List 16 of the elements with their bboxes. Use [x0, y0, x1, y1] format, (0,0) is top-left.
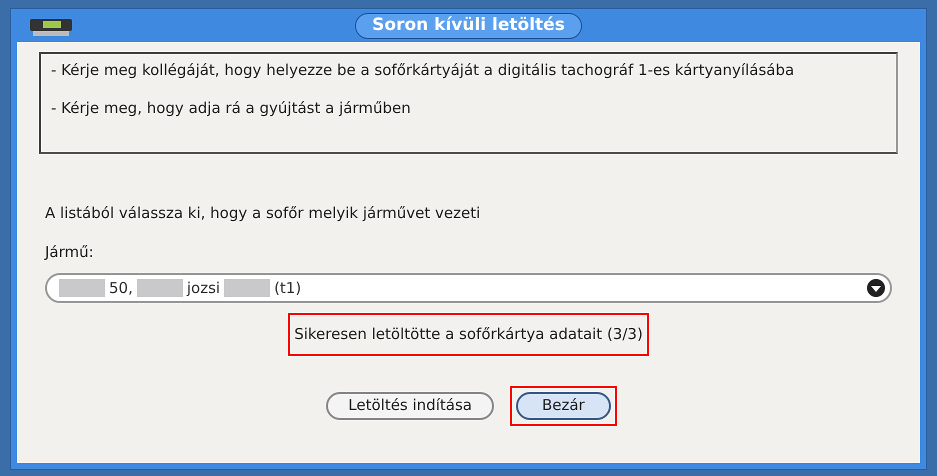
- field-value: jozsi: [186, 278, 220, 299]
- prompt-text: A listából válassza ki, hogy a sofőr melyik járművet vezeti: [44, 203, 482, 224]
- redaction-block: [224, 279, 270, 297]
- dialog-button[interactable]: Bezár: [516, 392, 611, 420]
- window-title: Soron kívüli letöltés: [355, 12, 582, 38]
- instruction-text: - Kérje meg kollégáját, hogy helyezze be a sofőrkártyáját a digitális tachográf 1-es kártyanyílásába: [51, 60, 796, 80]
- tachograph-icon: [29, 17, 75, 39]
- field-value: 50,: [109, 278, 133, 299]
- field-value: (t1): [274, 278, 302, 299]
- vehicle-dropdown[interactable]: 50, jozsi (t1): [45, 273, 892, 303]
- redaction-block: [136, 279, 183, 297]
- status-message: Sikeresen letöltötte a sofőrkártya adatait (3/3): [288, 313, 649, 356]
- redaction-block: [59, 279, 105, 297]
- dialog-button[interactable]: Letöltés indítása: [326, 392, 494, 420]
- field-label: Jármű:: [43, 242, 95, 262]
- instruction-text: - Kérje meg, hogy adja rá a gyújtást a járműben: [51, 98, 412, 118]
